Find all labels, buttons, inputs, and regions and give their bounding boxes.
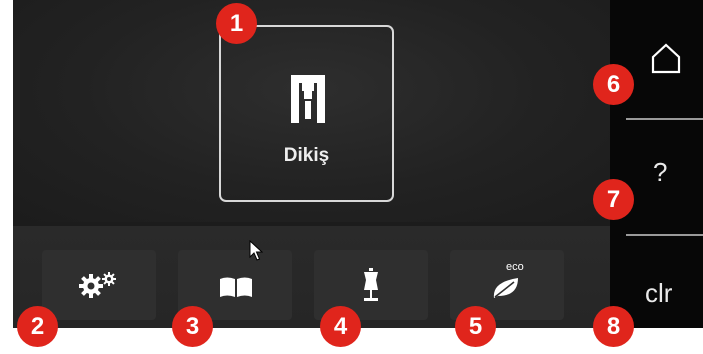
callout-6: 6 <box>593 64 634 105</box>
sewing-tile-button[interactable]: Dikiş <box>219 25 394 202</box>
eco-leaf-icon <box>493 278 518 298</box>
side-divider <box>626 118 703 120</box>
settings-gears-icon <box>79 272 116 298</box>
callout-2: 2 <box>17 306 58 347</box>
eco-badge: eco <box>506 261 524 273</box>
open-book-icon <box>220 277 252 297</box>
callout-7: 7 <box>593 179 634 220</box>
mouse-cursor-icon <box>249 240 263 261</box>
callout-3: 3 <box>172 306 213 347</box>
clear-label: clr <box>645 278 673 308</box>
settings-button[interactable] <box>42 250 156 320</box>
home-icon <box>651 43 681 74</box>
presser-foot-icon <box>291 75 325 123</box>
callout-5: 5 <box>455 306 496 347</box>
dress-form-icon <box>364 268 378 301</box>
home-button[interactable] <box>626 28 703 108</box>
callout-8: 8 <box>593 306 634 347</box>
callout-1: 1 <box>216 3 257 44</box>
side-divider <box>626 234 703 236</box>
callout-4: 4 <box>320 306 361 347</box>
help-label: ? <box>653 157 668 187</box>
sewing-tile-label: Dikiş <box>283 145 330 166</box>
